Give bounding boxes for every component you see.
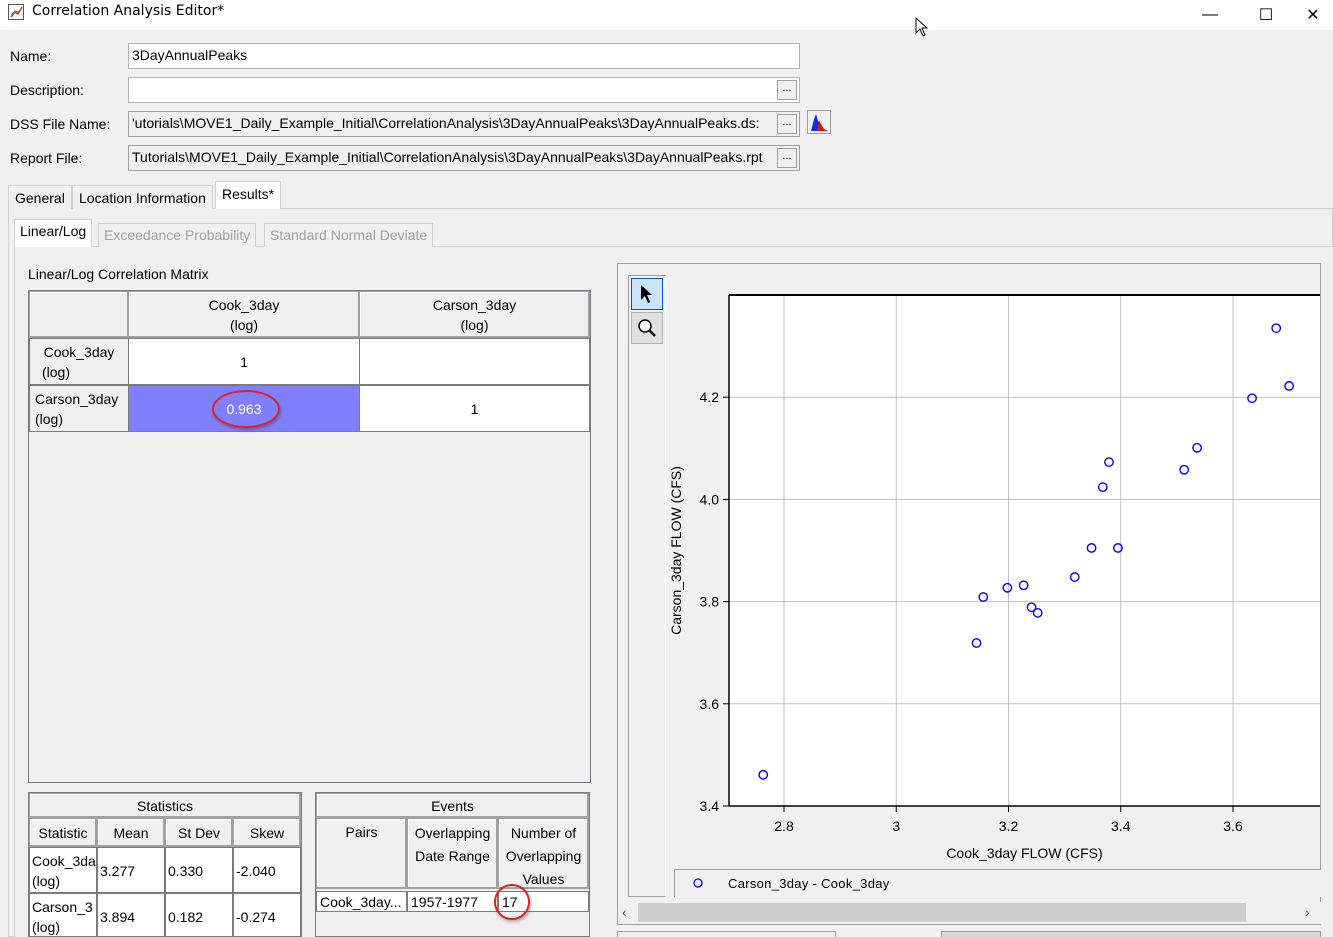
matrix-col-header-cook[interactable]: Cook_3day (log): [128, 291, 360, 338]
y-axis-label: Carson_3day FLOW (CFS): [668, 466, 684, 635]
matrix-cell[interactable]: 1: [128, 338, 360, 385]
report-file-label: Report File:: [10, 150, 83, 166]
statistics-title: Statistics: [29, 793, 301, 818]
header-line1: Pairs: [345, 824, 378, 840]
minimize-button[interactable]: —: [1187, 0, 1233, 30]
name-label: Name:: [10, 48, 52, 64]
name-input[interactable]: 3DayAnnualPeaks: [128, 43, 800, 69]
x-tick-label: 2.8: [774, 818, 794, 834]
col-header-line2: (log): [460, 316, 489, 333]
row-header-line2: (log): [35, 410, 64, 427]
minimize-icon: —: [1202, 6, 1218, 23]
subtab-linear-log[interactable]: Linear/Log: [14, 219, 93, 247]
scroll-right-icon[interactable]: ›: [1305, 904, 1310, 920]
description-label: Description:: [10, 82, 84, 98]
maximize-button[interactable]: ☐: [1243, 0, 1289, 30]
header-line1: Number of: [510, 825, 577, 841]
stat-name-line1: Cook_3da: [32, 853, 96, 869]
stat-stdev-cell[interactable]: 0.330: [165, 847, 233, 893]
window-title: Correlation Analysis Editor*: [32, 3, 225, 19]
dss-plot-button[interactable]: [807, 110, 831, 134]
matrix-title: Linear/Log Correlation Matrix: [28, 266, 209, 282]
dss-file-input[interactable]: 'utorials\MOVE1_Daily_Example_Initial\Co…: [128, 111, 800, 137]
tab-results[interactable]: Results*: [215, 181, 282, 209]
report-browse-button[interactable]: ...: [777, 148, 797, 168]
events-header-pairs[interactable]: Pairs: [316, 818, 407, 889]
stat-mean-cell[interactable]: 3.894: [97, 893, 165, 937]
scroll-left-icon[interactable]: ‹: [622, 904, 627, 920]
annotation-circle: [494, 884, 530, 920]
legend-label: Carson_3day - Cook_3day: [728, 876, 890, 891]
row-header-line2: (log): [42, 363, 71, 380]
scrollbar-thumb[interactable]: [638, 903, 1246, 922]
events-header-date-range[interactable]: Overlapping Date Range: [407, 818, 498, 889]
header-line2: Overlapping: [505, 848, 582, 864]
stat-skew-cell[interactable]: -0.274: [233, 893, 301, 937]
x-tick-label: 3.6: [1223, 818, 1243, 834]
dss-file-label: DSS File Name:: [10, 116, 111, 132]
description-input[interactable]: [128, 77, 800, 103]
x-axis-label: Cook_3day FLOW (CFS): [946, 845, 1102, 861]
events-title: Events: [316, 793, 589, 818]
header-line2: Date Range: [415, 848, 490, 864]
events-header-count[interactable]: Number of Overlapping Values: [498, 818, 589, 889]
chart-app-icon: [8, 4, 24, 20]
y-tick-label: 4.2: [700, 389, 720, 405]
col-header-line1: Cook_3day: [208, 296, 280, 313]
stat-mean-cell[interactable]: 3.277: [97, 847, 165, 893]
x-tick-label: 3.4: [1111, 818, 1131, 834]
y-tick-label: 3.6: [700, 696, 720, 712]
col-header-line2: (log): [229, 316, 258, 333]
stat-row-name: Cook_3da (log): [29, 847, 97, 893]
annotation-circle: [212, 390, 280, 428]
events-pair-cell[interactable]: Cook_3day...: [316, 891, 407, 912]
stat-header-skew[interactable]: Skew: [233, 818, 301, 847]
subtab-standard-normal-deviate[interactable]: Standard Normal Deviate: [264, 223, 434, 247]
x-tick-label: 3.2: [999, 818, 1019, 834]
y-tick-label: 3.4: [700, 798, 720, 814]
events-range-cell[interactable]: 1957-1977: [407, 891, 498, 912]
mouse-cursor-icon: [915, 16, 929, 40]
tab-general[interactable]: General: [8, 185, 72, 209]
maximize-icon: ☐: [1258, 7, 1274, 24]
bottom-panel-left: [617, 931, 836, 937]
bottom-panel-right: [941, 931, 1321, 937]
row-header-line1: Cook_3day: [43, 343, 115, 360]
y-tick-label: 3.8: [700, 594, 720, 610]
subtab-exceedance-probability[interactable]: Exceedance Probability: [98, 223, 257, 247]
matrix-row-header-cook: Cook_3day (log): [29, 338, 129, 385]
col-header-line1: Carson_3day: [432, 296, 517, 313]
close-icon: ✕: [1306, 7, 1320, 24]
stat-name-line2: (log): [32, 873, 61, 889]
stat-row-name: Carson_3 (log): [29, 893, 97, 937]
report-file-input[interactable]: Tutorials\MOVE1_Daily_Example_Initial\Co…: [128, 145, 800, 171]
matrix-corner-cell: [29, 291, 129, 338]
legend-marker-icon: [693, 878, 703, 888]
close-button[interactable]: ✕: [1290, 0, 1333, 30]
stat-header-stdev[interactable]: St Dev: [165, 818, 233, 847]
y-tick-label: 4.0: [700, 491, 720, 507]
header-line1: Overlapping: [414, 825, 491, 841]
header-line3: Values: [522, 871, 565, 887]
tab-location-information[interactable]: Location Information: [72, 185, 213, 209]
matrix-row-header-carson: Carson_3day (log): [29, 385, 129, 432]
matrix-cell[interactable]: 1: [359, 385, 590, 432]
histogram-icon: [811, 114, 828, 131]
dss-browse-button[interactable]: ...: [777, 114, 797, 134]
stat-stdev-cell[interactable]: 0.182: [165, 893, 233, 937]
description-browse-button[interactable]: ...: [777, 80, 797, 100]
stat-name-line2: (log): [32, 919, 61, 935]
scatter-chart[interactable]: 2.8 3 3.2 3.4 3.6 3.4 3.6 3.8 4.0 4.2 Cook_3day FL…: [620, 262, 1333, 902]
x-tick-label: 3: [892, 818, 900, 834]
plot-area: [729, 295, 1320, 806]
matrix-cell[interactable]: [359, 338, 590, 385]
stat-header-statistic[interactable]: Statistic: [29, 818, 97, 847]
stat-skew-cell[interactable]: -2.040: [233, 847, 301, 893]
stat-name-line1: Carson_3: [32, 899, 93, 915]
row-header-line1: Carson_3day: [35, 390, 119, 407]
stat-header-mean[interactable]: Mean: [97, 818, 165, 847]
matrix-col-header-carson[interactable]: Carson_3day (log): [359, 291, 590, 338]
